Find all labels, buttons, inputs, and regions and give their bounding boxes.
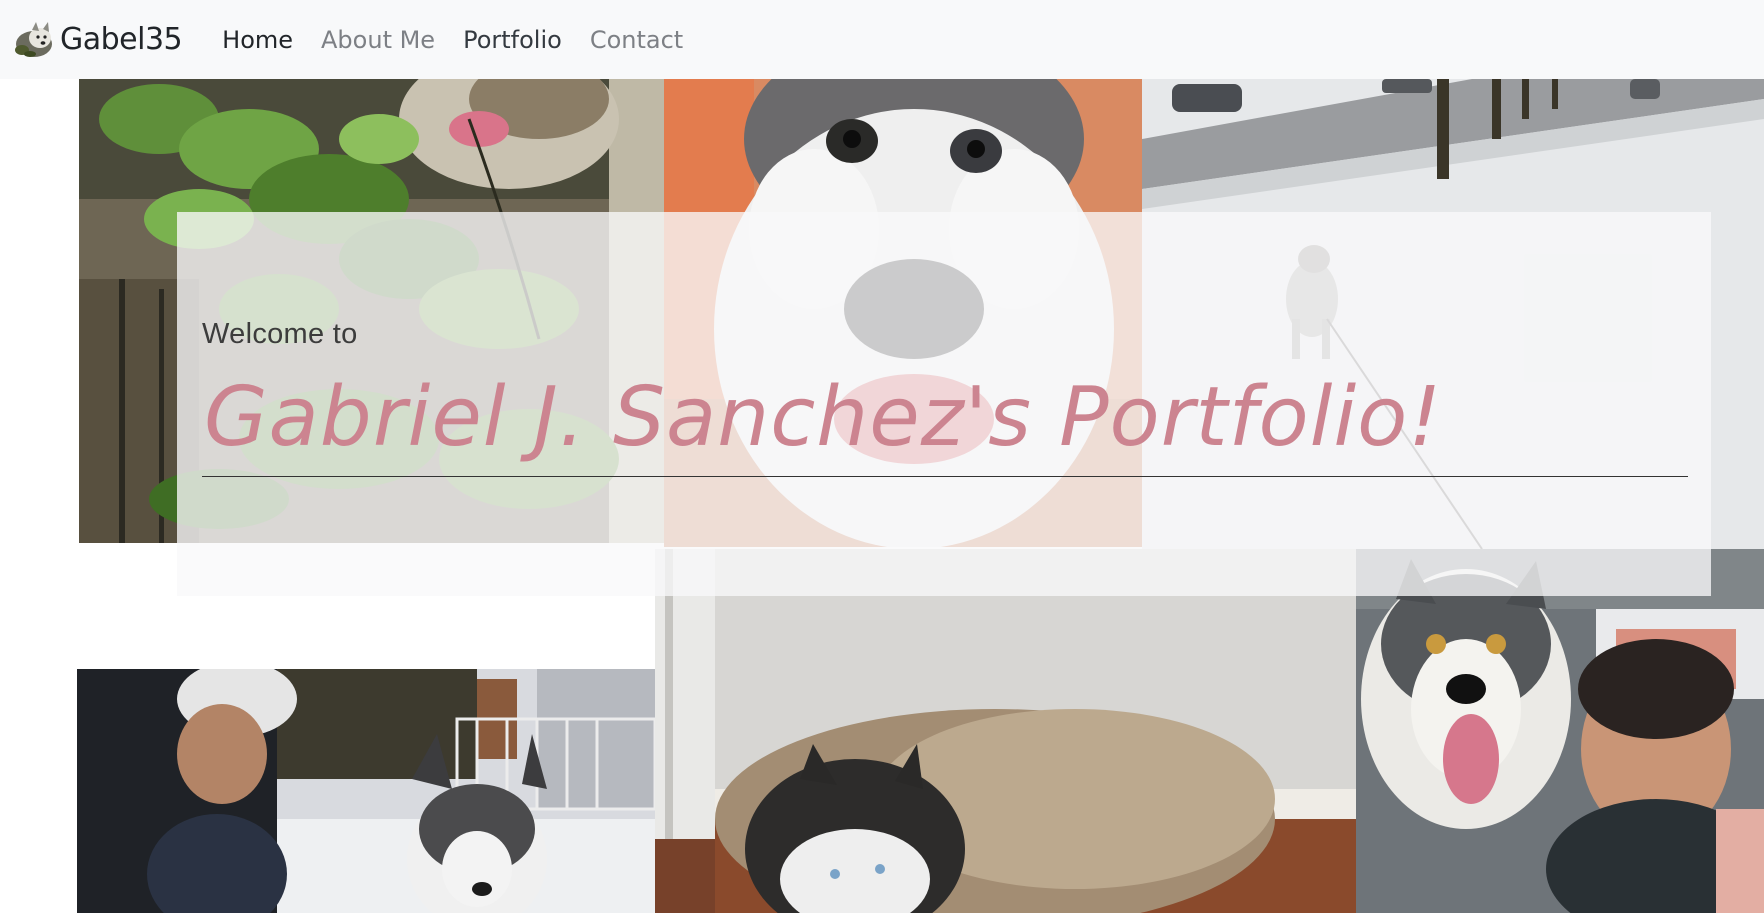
nav-links: Home About Me Portfolio Contact <box>222 26 711 54</box>
divider <box>202 476 1688 477</box>
nav-link-portfolio[interactable]: Portfolio <box>463 26 562 54</box>
nav-link-contact[interactable]: Contact <box>590 26 683 54</box>
brand-name: Gabel35 <box>60 22 183 57</box>
husky-logo-icon <box>10 20 58 60</box>
welcome-jumbotron: Welcome to Gabriel J. Sanchez's Portfoli… <box>177 212 1711 596</box>
husky-lying-on-floor-photo <box>655 549 1356 913</box>
nav-link-about-me[interactable]: About Me <box>321 26 435 54</box>
navbar-brand[interactable]: Gabel35 <box>10 20 183 60</box>
page-title: Gabriel J. Sanchez's Portfolio! <box>204 370 1443 465</box>
husky-and-man-in-car-photo <box>1356 549 1764 913</box>
nav-link-home[interactable]: Home <box>222 26 293 54</box>
man-with-husky-in-snow-photo <box>77 669 655 913</box>
navbar: Gabel35 Home About Me Portfolio Contact <box>0 0 1764 79</box>
welcome-text: Welcome to <box>202 318 358 350</box>
